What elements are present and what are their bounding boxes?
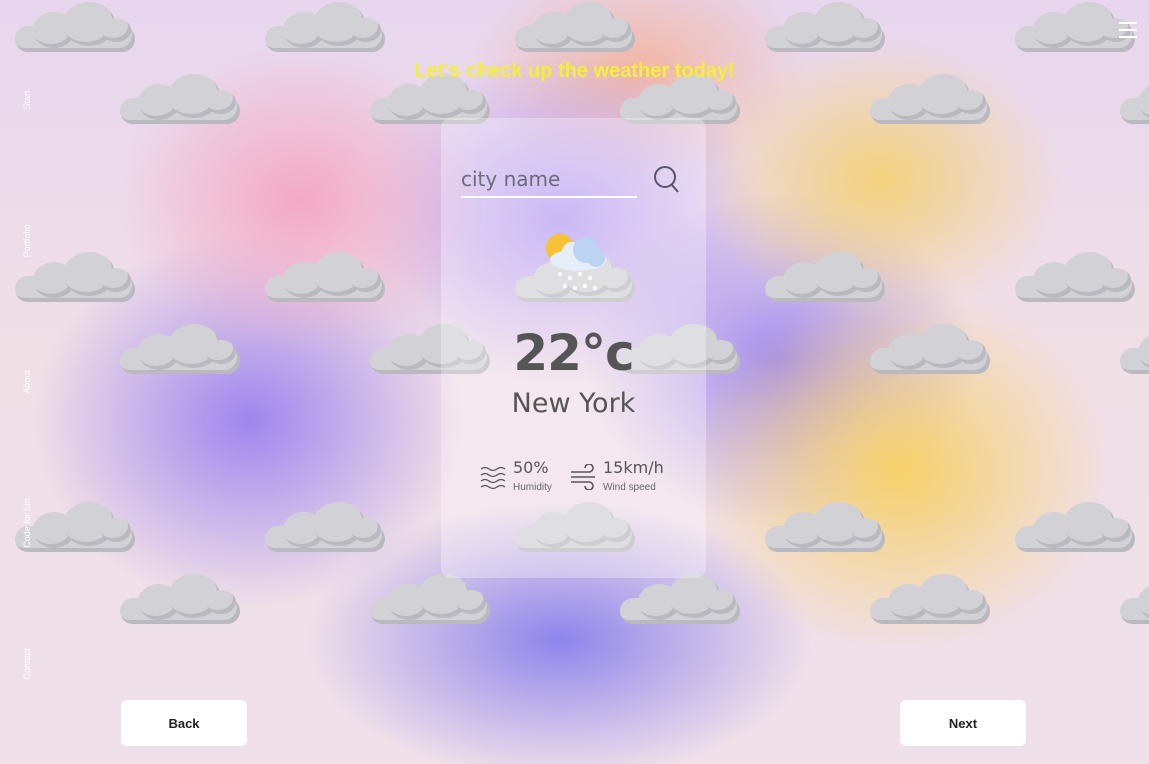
decorative-cloud	[870, 74, 990, 124]
nav-item-about[interactable]: About	[22, 370, 32, 394]
wind-icon	[569, 463, 599, 491]
decorative-cloud	[870, 574, 990, 624]
nav-item-contact[interactable]: Contact	[22, 648, 32, 679]
decorative-cloud	[1120, 330, 1149, 374]
decorative-cloud	[265, 2, 385, 52]
city-name: New York	[511, 388, 636, 419]
decorative-cloud	[370, 574, 490, 624]
decorative-cloud	[870, 324, 990, 374]
humidity-label: Humidity	[513, 482, 552, 493]
decorative-cloud	[120, 324, 240, 374]
decorative-cloud	[265, 502, 385, 552]
decorative-cloud	[1120, 80, 1149, 124]
decorative-cloud	[120, 574, 240, 624]
decorative-cloud	[765, 252, 885, 302]
decorative-cloud	[765, 502, 885, 552]
decorative-cloud	[1120, 580, 1149, 624]
page-title: Let's check up the weather today!	[414, 60, 735, 82]
decorative-cloud	[765, 2, 885, 52]
humidity-waves-icon	[479, 464, 509, 490]
temperature: 22°c	[513, 324, 634, 382]
decorative-cloud	[515, 2, 635, 52]
wind-label: Wind speed	[603, 482, 656, 493]
nav-item-code-for-fun[interactable]: Code for fun	[22, 498, 32, 548]
hamburger-menu-icon[interactable]	[1117, 20, 1141, 42]
side-nav: Start Portfolio About Code for fun Conta…	[0, 0, 56, 764]
decorative-cloud	[265, 252, 385, 302]
wind-value: 15km/h	[603, 458, 664, 477]
decorative-cloud	[1015, 502, 1135, 552]
decorative-cloud	[1015, 252, 1135, 302]
search-input[interactable]	[461, 162, 637, 198]
humidity-value: 50%	[513, 458, 549, 477]
search-icon[interactable]	[653, 164, 681, 194]
back-button[interactable]: Back	[121, 700, 247, 746]
weather-card: 22°c New York 50% Humidity	[441, 118, 706, 578]
next-button[interactable]: Next	[900, 700, 1026, 746]
decorative-cloud	[120, 74, 240, 124]
decorative-cloud	[620, 574, 740, 624]
partly-cloudy-snow-icon	[538, 230, 610, 296]
nav-item-portfolio[interactable]: Portfolio	[22, 224, 32, 257]
nav-item-start[interactable]: Start	[22, 90, 32, 109]
